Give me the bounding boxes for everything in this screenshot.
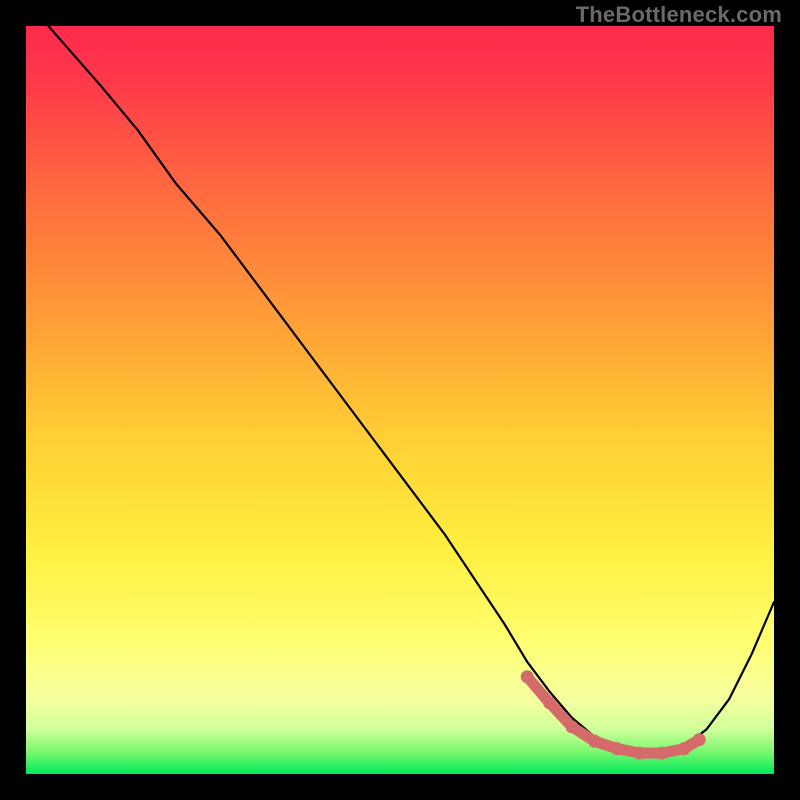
marker-dot: [543, 696, 556, 709]
marker-dot: [566, 720, 579, 733]
marker-dot: [588, 735, 601, 748]
plot-area: [26, 26, 774, 774]
chart-frame: TheBottleneck.com: [0, 0, 800, 800]
marker-dot: [521, 670, 534, 683]
marker-dot: [693, 733, 706, 746]
gradient-background: [26, 26, 774, 774]
marker-dot: [655, 747, 668, 760]
marker-dot: [633, 747, 646, 760]
marker-dot: [610, 742, 623, 755]
watermark-text: TheBottleneck.com: [576, 2, 782, 28]
plot-svg: [26, 26, 774, 774]
marker-dot: [678, 742, 691, 755]
